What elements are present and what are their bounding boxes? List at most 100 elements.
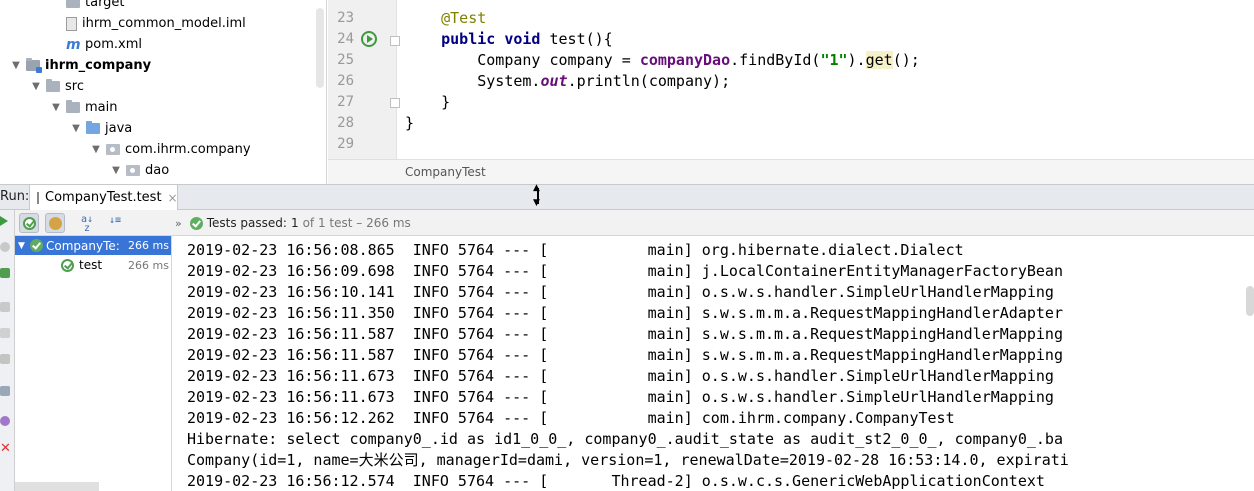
package-icon — [106, 144, 120, 155]
code-token: (); — [892, 51, 920, 69]
fold-icon[interactable] — [390, 36, 400, 46]
test-passed-icon — [61, 258, 74, 272]
line-number: 27 — [337, 94, 354, 110]
code-line[interactable]: } — [405, 92, 450, 113]
stop-icon[interactable] — [0, 242, 10, 252]
code-token: get — [865, 51, 893, 69]
code-token: companyDao — [639, 51, 731, 69]
chevron-down-icon[interactable]: ▼ — [70, 123, 82, 135]
console-line: 2019-02-23 16:56:11.350 INFO 5764 --- [ … — [187, 304, 1063, 322]
show-ignored-toggle[interactable] — [45, 213, 65, 233]
console-line: 2019-02-23 16:56:10.141 INFO 5764 --- [ … — [187, 283, 1054, 301]
console-line: 2019-02-23 16:56:11.587 INFO 5764 --- [ … — [187, 346, 1063, 364]
test-class-time: 266 ms — [128, 239, 169, 252]
sort-az-icon: a↓ z — [81, 214, 94, 234]
tree-item[interactable]: ihrm_common_model.iml — [0, 13, 326, 34]
console-line: 2019-02-23 16:56:12.262 INFO 5764 --- [ … — [187, 409, 955, 427]
layout-icon[interactable] — [0, 386, 10, 396]
tree-item-label: com.ihrm.company — [125, 142, 251, 157]
chevron-down-icon[interactable]: ▼ — [50, 102, 62, 114]
tree-item-label: ihrm_common_model.iml — [82, 16, 246, 31]
test-class-row[interactable]: ▼ CompanyTe: 266 ms — [15, 236, 171, 255]
collapse-arrow-icon[interactable]: ▼ — [18, 241, 28, 251]
code-editor[interactable]: 23 24 25 26 27 28 29 @Test public void test(){… — [328, 0, 1254, 159]
line-number: 25 — [337, 52, 354, 68]
ignored-icon — [49, 217, 62, 230]
code-line[interactable]: } — [405, 113, 414, 134]
test-results-tree: ▼ CompanyTe: 266 ms test 266 ms — [15, 236, 172, 491]
code-line[interactable]: public void test(){ — [405, 29, 613, 50]
console-line: 2019-02-23 16:56:11.673 INFO 5764 --- [ … — [187, 388, 1054, 406]
maven-file-icon: m — [66, 36, 81, 53]
fold-icon[interactable] — [390, 98, 400, 108]
show-passed-toggle[interactable] — [19, 213, 39, 233]
test-passed-icon — [30, 239, 43, 252]
code-token: .println(company); — [567, 72, 731, 90]
camera-icon[interactable] — [0, 328, 10, 338]
code-token: } — [405, 114, 415, 132]
code-token: } — [405, 93, 451, 111]
test-toolbar: a↓ z ↓≡ » Tests passed: 1 of 1 test – 266… — [15, 210, 1254, 236]
code-line[interactable]: @Test — [405, 8, 486, 29]
run-tab[interactable]: CompanyTest.test × — [29, 185, 178, 210]
pause-icon[interactable] — [0, 302, 10, 312]
project-tree: target ihrm_common_model.iml m pom.xml ▼ ihrm… — [0, 0, 327, 184]
test-method-row[interactable]: test 266 ms — [15, 255, 171, 275]
run-tab-title: CompanyTest.test — [45, 190, 162, 205]
code-line[interactable]: Company company = companyDao.findById("1… — [405, 50, 920, 71]
folder-icon — [66, 0, 80, 8]
rerun-icon[interactable] — [0, 216, 8, 226]
export-icon[interactable] — [0, 354, 10, 364]
editor-breadcrumb[interactable]: CompanyTest — [328, 159, 1254, 184]
tree-item[interactable]: ▼ com.ihrm.company — [0, 139, 326, 160]
tree-item[interactable]: m pom.xml — [0, 34, 326, 55]
console-output[interactable]: 2019-02-23 16:56:08.865 INFO 5764 --- [ … — [172, 236, 1254, 491]
package-icon — [126, 165, 140, 176]
chevron-down-icon[interactable]: ▼ — [30, 81, 42, 93]
chevron-down-icon[interactable]: ▼ — [90, 144, 102, 156]
tree-item-label: target — [85, 0, 125, 10]
close-icon[interactable]: × — [168, 191, 178, 205]
sort-alphabetically-button[interactable]: a↓ z — [77, 213, 97, 234]
tree-item-label: main — [85, 100, 118, 115]
folder-icon — [46, 79, 60, 92]
resize-cursor-icon: ▼ — [533, 183, 543, 208]
close-run-icon[interactable]: ✕ — [0, 442, 11, 455]
tree-item-label: dao — [145, 163, 170, 178]
console-line: 2019-02-23 16:56:12.574 INFO 5764 --- [ … — [187, 472, 1045, 490]
tests-status: » Tests passed: 1 of 1 test – 266 ms — [175, 210, 411, 236]
tree-item-label: ihrm_company — [45, 58, 152, 73]
chevron-down-icon[interactable]: ▼ — [110, 165, 122, 177]
vertical-scrollbar[interactable] — [1246, 286, 1254, 316]
line-number: 23 — [337, 10, 354, 26]
module-folder-icon — [26, 58, 42, 73]
console-line: Company(id=1, name=大米公司, managerId=dami,… — [187, 451, 1069, 469]
code-token: Company company = — [405, 51, 640, 69]
tree-item[interactable]: ▼ ihrm_company — [0, 55, 326, 76]
tree-item[interactable]: ▼ src — [0, 76, 326, 97]
expand-toolbar-icon[interactable]: » — [175, 217, 182, 230]
code-line[interactable]: System.out.println(company); — [405, 71, 730, 92]
console-line: 2019-02-23 16:56:11.673 INFO 5764 --- [ … — [187, 367, 1054, 385]
run-test-gutter-icon[interactable] — [361, 31, 377, 47]
rerun-failed-icon[interactable] — [0, 268, 10, 278]
source-folder-icon — [86, 121, 100, 134]
console-line: 2019-02-23 16:56:09.698 INFO 5764 --- [ … — [187, 262, 1063, 280]
pin-icon[interactable] — [0, 416, 10, 426]
horizontal-scrollbar[interactable] — [15, 482, 99, 491]
code-token: System. — [405, 72, 541, 90]
vertical-scrollbar[interactable] — [316, 8, 324, 88]
tree-item[interactable]: ▼ main — [0, 97, 326, 118]
tree-item[interactable]: ▼ java — [0, 118, 326, 139]
tree-item-label: pom.xml — [85, 37, 142, 52]
sort-by-duration-button[interactable]: ↓≡ — [105, 213, 125, 233]
tree-item[interactable]: ▼ dao — [0, 160, 326, 181]
tree-item[interactable]: target — [0, 0, 326, 13]
chevron-down-icon[interactable]: ▼ — [10, 60, 22, 72]
sort-duration-icon: ↓≡ — [109, 215, 122, 226]
code-token: ). — [847, 51, 866, 69]
